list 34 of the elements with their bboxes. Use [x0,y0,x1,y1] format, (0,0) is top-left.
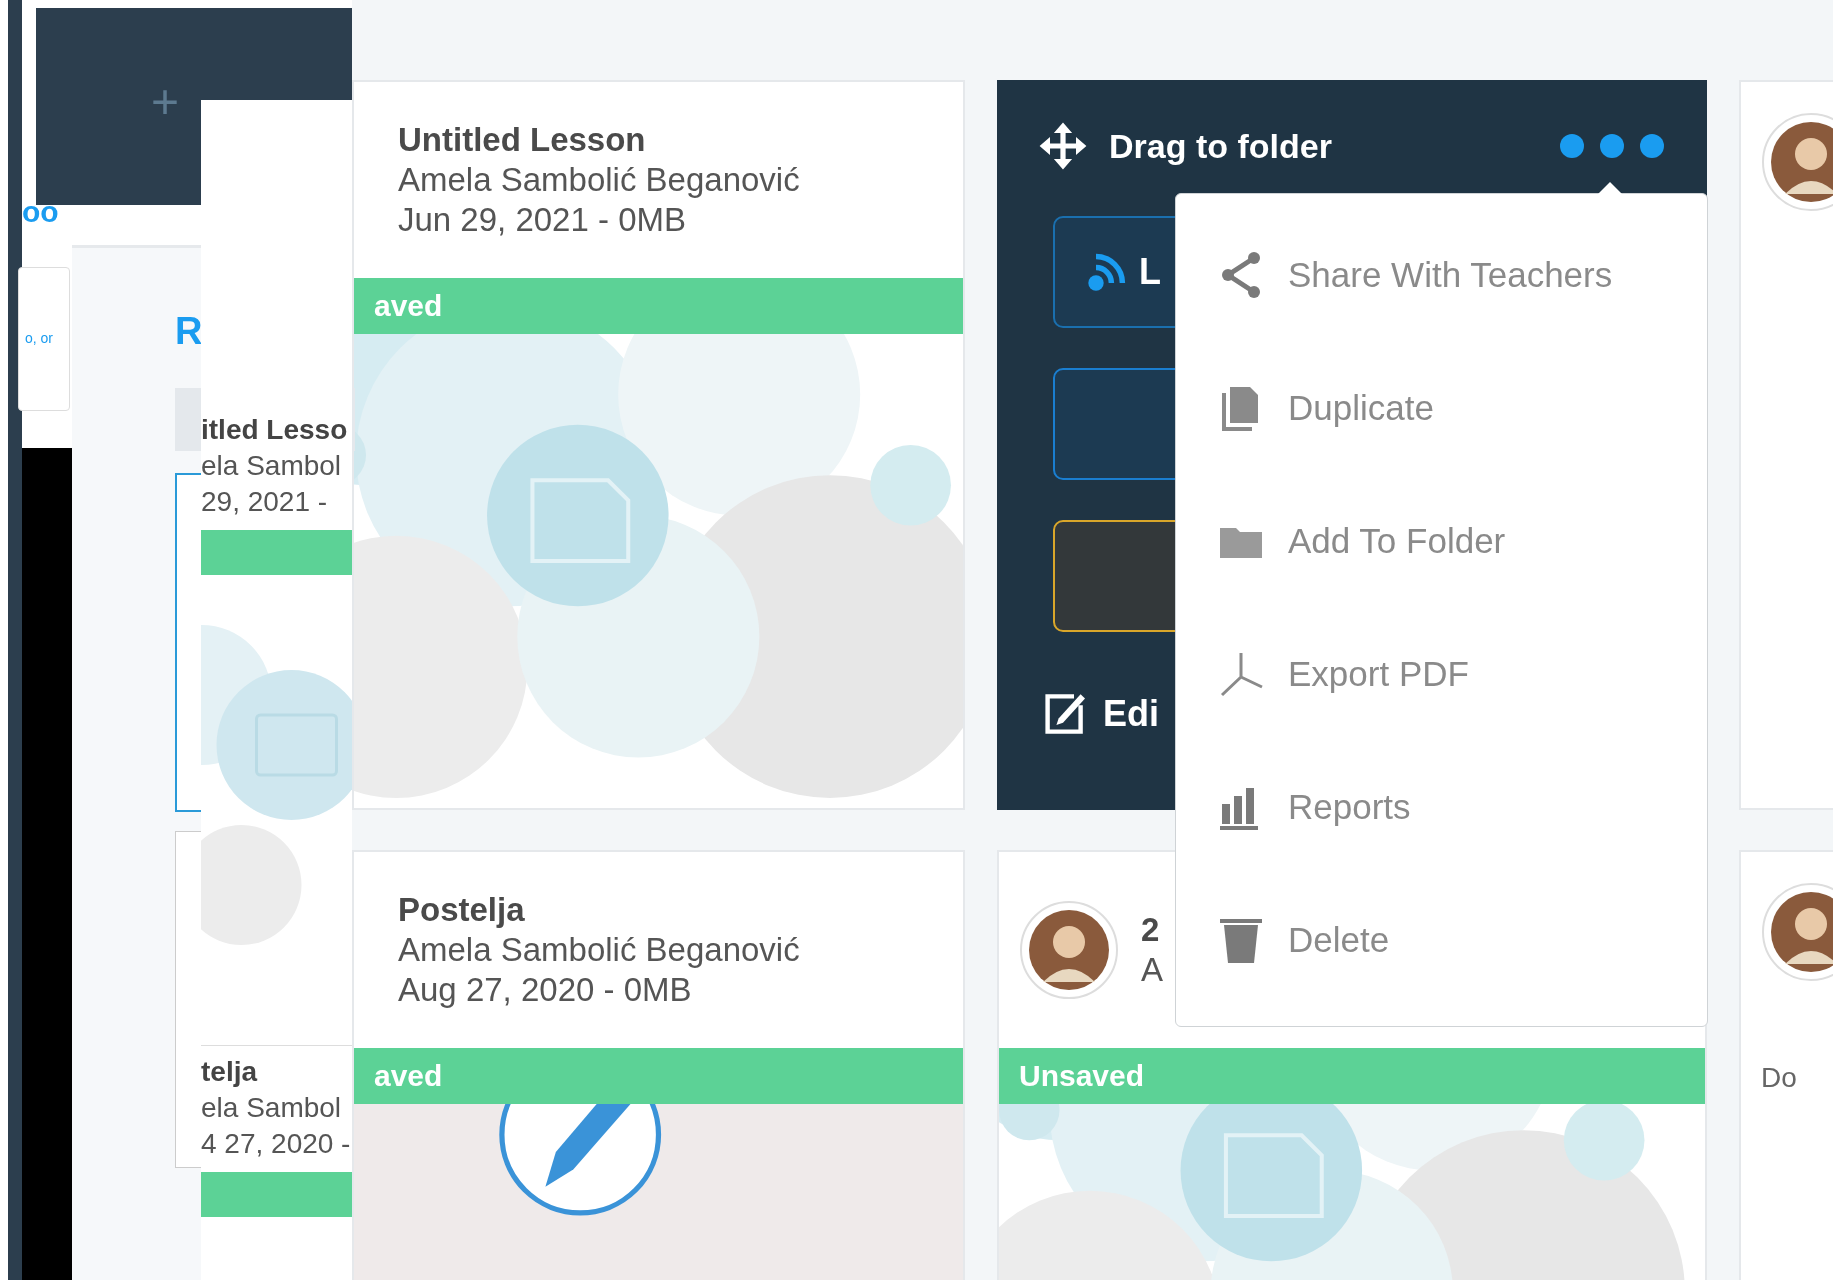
more-icon[interactable] [1557,131,1667,161]
lesson-card[interactable]: Untitled Lesson Amela Sambolić Beganović Jun 29, 2021 - 0MB aved [352,80,965,810]
link[interactable]: oo [22,197,59,227]
move-icon[interactable] [1037,120,1089,172]
lesson-date: 29, 2021 - [201,485,329,519]
status-label: aved [374,289,443,323]
lesson-date: 4 27, 2020 - [201,1127,352,1161]
lesson-title: 2 [1141,910,1161,950]
lesson-title: Untitled Lesson [398,120,647,160]
drag-label: Drag to folder [1109,126,1333,166]
lesson-card[interactable]: Postelja Amela Sambolić Beganović Aug 27, 2020 - 0MB aved [352,850,965,1280]
lesson-card-outline[interactable] [175,473,203,812]
lesson-title: Postelja [398,890,526,930]
status-label: aved [374,1059,443,1093]
menu-item[interactable]: Duplicate [1176,341,1707,474]
lesson-author: Amela Sambolić Beganović [398,160,800,200]
section-heading: R [175,310,203,353]
lesson-author: Amela Sambolić Beganović [398,930,800,970]
lesson-title: itled Lesso [201,413,349,447]
lesson-author: A [1141,950,1163,990]
upload-box[interactable]: o, or [18,267,70,411]
lesson-author: ela Sambol [201,1091,343,1125]
lesson-date: Jun 29, 2021 - 0MB [398,200,687,240]
lesson-title: telja [201,1055,259,1089]
menu-item[interactable]: Export PDF [1176,607,1707,740]
edit-link[interactable]: Edi [1103,693,1159,735]
add-icon[interactable]: + [151,78,180,126]
status-label: Unsaved [1019,1059,1145,1093]
lesson-card[interactable]: Do [1739,850,1833,1280]
menu-item[interactable]: Add To Folder [1176,474,1707,607]
lesson-author: ela Sambol [201,449,343,483]
card-text: Do [1761,1061,1798,1094]
lesson-date: Aug 27, 2020 - 0MB [398,970,693,1010]
menu-item[interactable]: Delete [1176,873,1707,1006]
